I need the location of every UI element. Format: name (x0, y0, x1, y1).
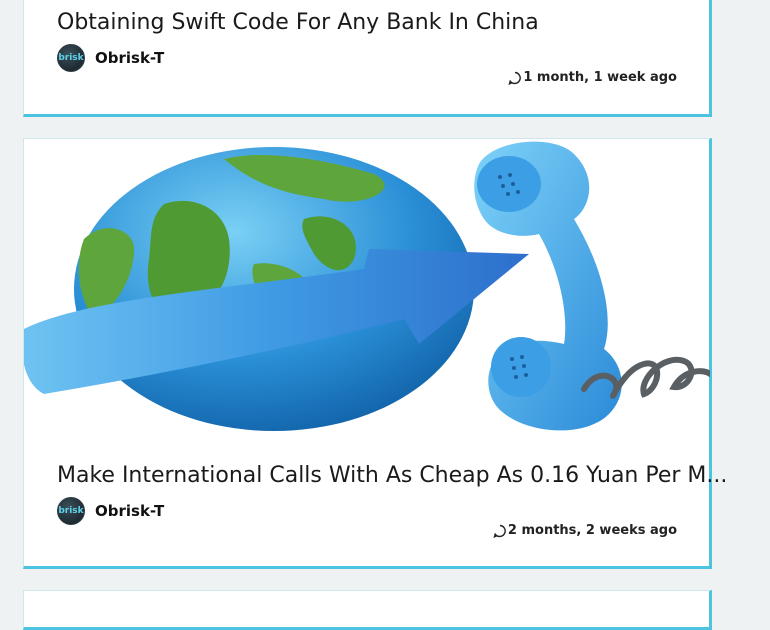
timestamp-text: 1 month, 1 week ago (523, 70, 677, 85)
post-card[interactable]: Make International Calls With As Cheap A… (23, 138, 727, 569)
post-title[interactable]: Make International Calls With As Cheap A… (57, 463, 727, 488)
clock-icon (508, 71, 522, 85)
avatar: brisk (57, 497, 85, 525)
post-timestamp: 2 months, 2 weeks ago (493, 523, 677, 538)
phone-handset (474, 141, 710, 431)
timestamp-text: 2 months, 2 weeks ago (507, 523, 677, 538)
post-card[interactable] (23, 590, 712, 630)
post-timestamp: 1 month, 1 week ago (508, 70, 677, 85)
post-author[interactable]: brisk Obrisk-T (57, 497, 164, 525)
post-title[interactable]: Obtaining Swift Code For Any Bank In Chi… (57, 10, 539, 35)
post-author[interactable]: brisk Obrisk-T (57, 44, 164, 72)
globe-phone-illustration (24, 141, 710, 431)
author-name[interactable]: Obrisk-T (95, 502, 164, 520)
clock-icon (493, 524, 506, 538)
avatar: brisk (57, 44, 85, 72)
post-card[interactable]: Obtaining Swift Code For Any Bank In Chi… (23, 0, 712, 117)
post-image[interactable] (24, 139, 710, 444)
author-name[interactable]: Obrisk-T (95, 49, 164, 67)
